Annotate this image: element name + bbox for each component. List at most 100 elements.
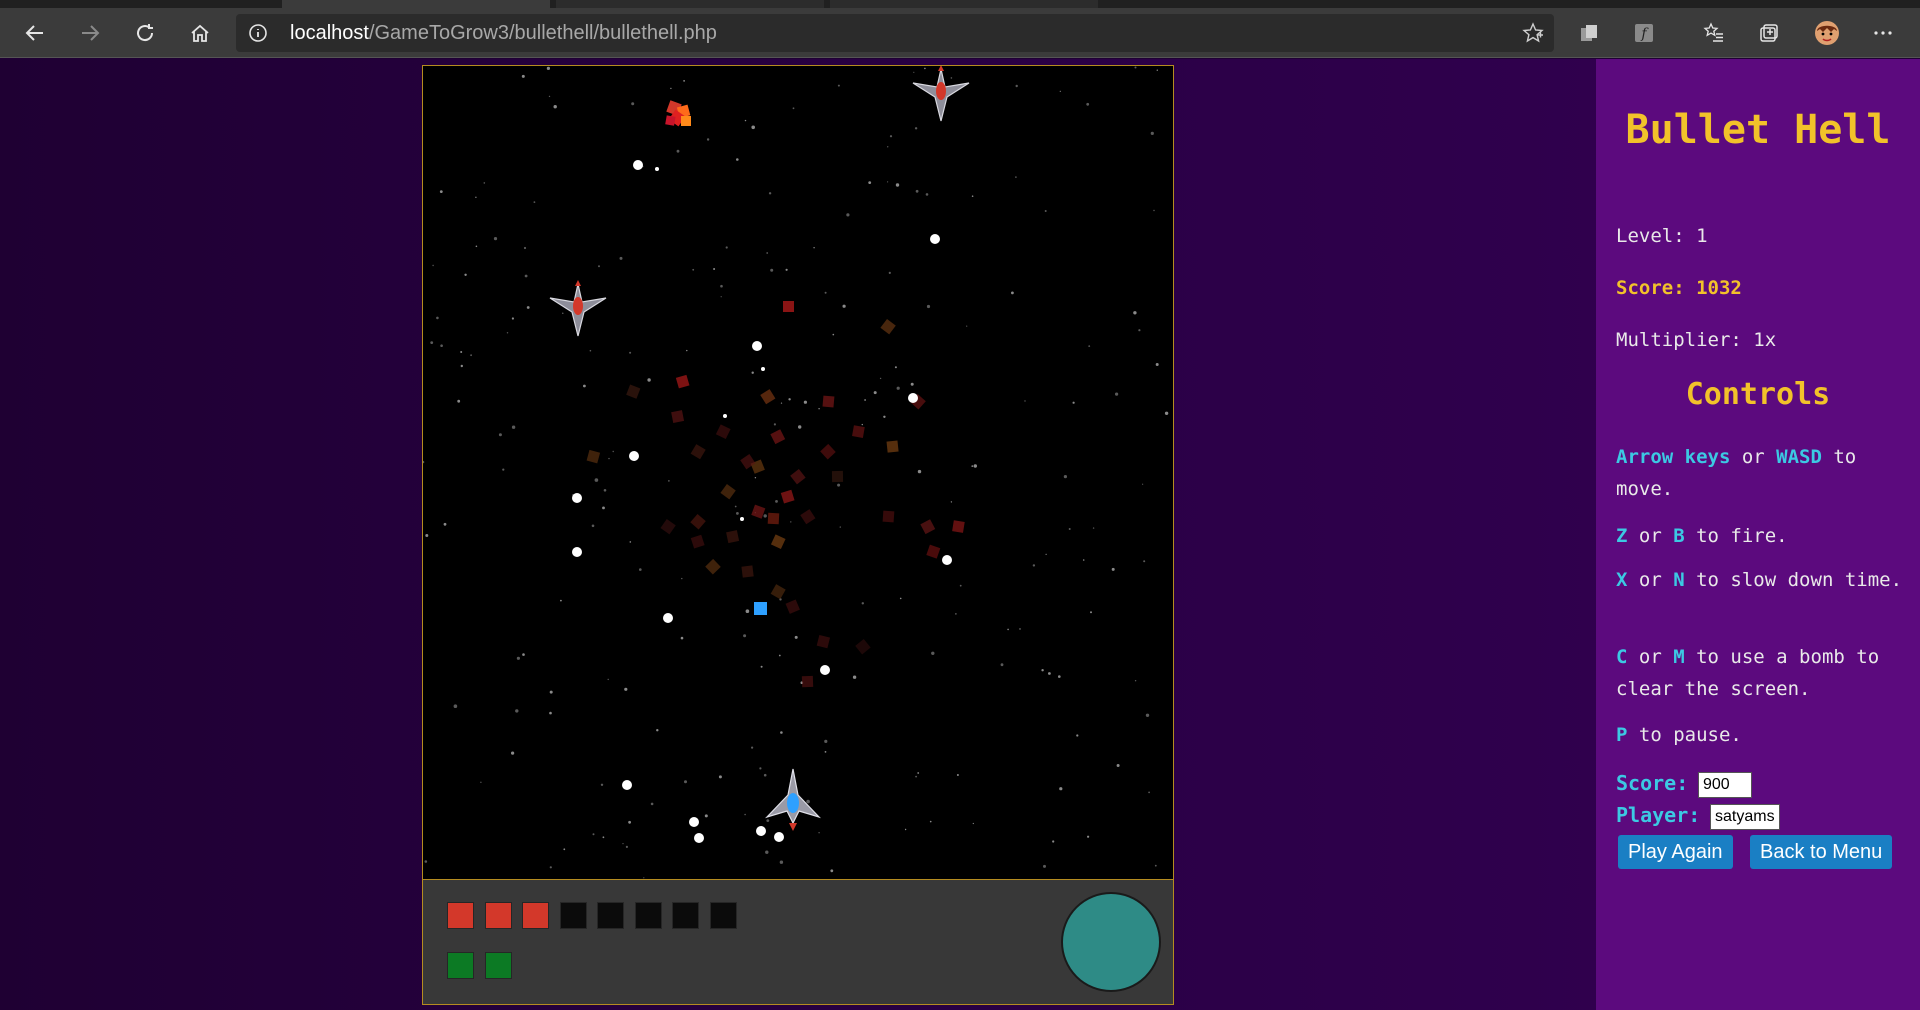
- star: [1115, 392, 1119, 396]
- star: [594, 478, 599, 482]
- star: [718, 775, 722, 779]
- bomb-remaining: [484, 952, 512, 979]
- star: [676, 149, 680, 153]
- star: [861, 602, 864, 605]
- star: [629, 351, 632, 354]
- collections-button[interactable]: [1752, 16, 1786, 50]
- star: [583, 384, 586, 388]
- home-button[interactable]: [183, 16, 217, 50]
- debris-fragment: [831, 470, 844, 483]
- star: [1156, 69, 1158, 71]
- debris-fragment: [800, 509, 816, 525]
- debris-fragment: [660, 519, 676, 535]
- favorite-star-icon[interactable]: [1522, 22, 1544, 44]
- refresh-icon: [137, 24, 154, 42]
- star: [768, 192, 772, 195]
- score-input[interactable]: [1698, 772, 1752, 798]
- star: [765, 850, 769, 854]
- extension-button[interactable]: [1572, 16, 1606, 50]
- url-path: /GameToGrow3/bullethell/bullethell.php: [368, 22, 717, 44]
- star: [773, 423, 776, 426]
- star: [457, 399, 461, 403]
- tab-strip: [0, 0, 1920, 8]
- enemy-bullet: [723, 414, 727, 418]
- extension-button[interactable]: f: [1627, 16, 1661, 50]
- star: [929, 820, 932, 823]
- star: [619, 256, 623, 260]
- favorites-list-icon: [1703, 22, 1723, 42]
- debris-fragment: [920, 519, 936, 535]
- star: [704, 814, 708, 818]
- star: [1045, 553, 1047, 555]
- star: [914, 127, 918, 130]
- star: [516, 656, 520, 660]
- game-frame: [422, 65, 1174, 1005]
- life-remaining: [484, 902, 512, 929]
- tab-active[interactable]: [282, 0, 550, 8]
- star: [439, 190, 443, 193]
- profile-button[interactable]: [1810, 16, 1844, 50]
- tab-inactive[interactable]: [830, 0, 1098, 8]
- star: [683, 80, 685, 82]
- star: [910, 382, 914, 386]
- star: [788, 398, 791, 401]
- back-button[interactable]: [18, 16, 52, 50]
- star: [751, 746, 754, 749]
- play-again-button[interactable]: Play Again: [1618, 835, 1733, 869]
- star: [751, 371, 754, 374]
- star: [899, 597, 902, 600]
- tab-inactive[interactable]: [556, 0, 824, 8]
- enemy-bullet: [930, 234, 940, 244]
- star: [1090, 611, 1092, 614]
- star: [904, 828, 907, 831]
- star: [1019, 628, 1021, 630]
- url-host: localhost: [290, 22, 369, 44]
- star: [480, 781, 482, 783]
- star: [883, 415, 886, 418]
- star: [926, 304, 931, 309]
- address-bar[interactable]: localhost/GameToGrow3/bullethell/bulleth…: [236, 14, 1554, 52]
- home-icon: [191, 24, 209, 42]
- star: [629, 541, 632, 543]
- star: [1024, 400, 1026, 402]
- game-title: Bullet Hell: [1625, 107, 1891, 153]
- control-text: or: [1627, 646, 1674, 668]
- star: [483, 182, 486, 184]
- star: [612, 450, 614, 453]
- debris-fragment: [926, 544, 941, 559]
- back-to-menu-button[interactable]: Back to Menu: [1750, 835, 1893, 869]
- debris-fragment: [780, 489, 795, 504]
- star: [1134, 66, 1137, 69]
- enemy-bullet: [694, 833, 704, 843]
- star: [1000, 663, 1004, 667]
- star: [1155, 363, 1159, 366]
- star: [846, 213, 850, 217]
- star: [895, 183, 900, 187]
- star: [745, 609, 750, 613]
- star: [453, 704, 458, 708]
- favorites-button[interactable]: [1697, 16, 1731, 50]
- enemy-bullet: [820, 665, 830, 675]
- game-canvas[interactable]: [423, 66, 1173, 879]
- refresh-button[interactable]: [128, 16, 162, 50]
- player-name-input[interactable]: [1710, 804, 1780, 830]
- star: [1011, 291, 1014, 295]
- enemy-bullet: [689, 817, 699, 827]
- sidebar: Bullet Hell Level: 1 Score: 1032 Multipl…: [1596, 59, 1920, 1010]
- debris-fragment: [816, 634, 831, 649]
- forward-button[interactable]: [73, 16, 107, 50]
- key-label: Z: [1616, 525, 1628, 547]
- info-icon[interactable]: [248, 23, 268, 43]
- star: [493, 237, 498, 241]
- debris-fragment: [626, 384, 641, 399]
- score-field-label: Score:: [1616, 771, 1689, 795]
- more-menu-button[interactable]: [1866, 16, 1900, 50]
- url-text[interactable]: localhost/GameToGrow3/bullethell/bulleth…: [290, 22, 717, 45]
- enemy-bullet: [572, 493, 582, 503]
- debris-fragment: [886, 440, 899, 453]
- control-text: or: [1627, 569, 1674, 591]
- star: [1063, 475, 1067, 479]
- star: [647, 378, 651, 382]
- star: [972, 822, 974, 825]
- star: [1143, 560, 1146, 563]
